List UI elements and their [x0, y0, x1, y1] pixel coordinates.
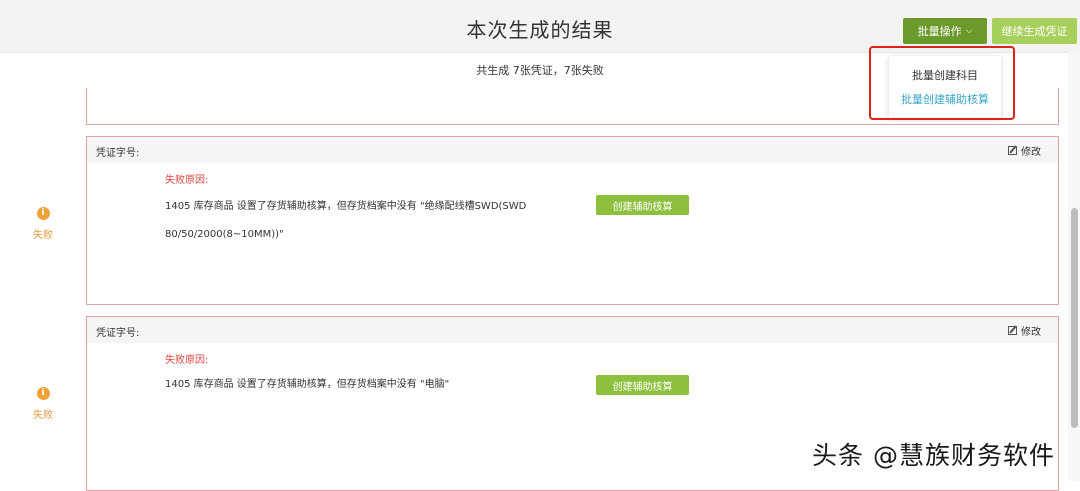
- fail-reason-text-continued: 80/50/2000(8~10MM))": [165, 229, 284, 240]
- create-auxiliary-button[interactable]: 创建辅助核算: [596, 375, 689, 395]
- edit-button[interactable]: 修改: [1008, 143, 1041, 158]
- status-text: 失败: [33, 230, 53, 241]
- voucher-card: 凭证字号: 修改 失败原因: 1405 库存商品 设置了存货辅助核算，但存货档案…: [86, 136, 1059, 305]
- card-border: [86, 88, 87, 125]
- card-border: [86, 124, 1059, 125]
- fail-reason-label: 失败原因:: [165, 175, 209, 186]
- create-auxiliary-button[interactable]: 创建辅助核算: [596, 195, 689, 215]
- fail-reason-label: 失败原因:: [165, 355, 209, 366]
- edit-label: 修改: [1021, 327, 1041, 338]
- batch-operation-button[interactable]: 批量操作 ⌵: [903, 18, 987, 44]
- edit-button[interactable]: 修改: [1008, 323, 1041, 338]
- status-indicator: i 失败: [24, 387, 62, 421]
- edit-icon: [1008, 146, 1017, 155]
- edit-label: 修改: [1021, 147, 1041, 158]
- card-header: 凭证字号: 修改: [87, 137, 1058, 163]
- info-icon: i: [36, 387, 50, 400]
- edit-icon: [1008, 326, 1017, 335]
- voucher-number-label: 凭证字号:: [96, 328, 140, 339]
- continue-generate-button[interactable]: 继续生成凭证: [992, 18, 1077, 44]
- scrollbar-thumb[interactable]: [1071, 208, 1078, 428]
- card-header: 凭证字号: 修改: [87, 317, 1058, 343]
- fail-reason-text: 1405 库存商品 设置了存货辅助核算，但存货档案中没有 "电脑": [165, 379, 450, 390]
- fail-reason-text: 1405 库存商品 设置了存货辅助核算，但存货档案中没有 "绝缘配线槽SWD(S…: [165, 201, 527, 212]
- batch-operation-label: 批量操作: [917, 25, 962, 38]
- status-text: 失败: [33, 410, 53, 421]
- status-indicator: i 失败: [24, 207, 62, 241]
- chevron-down-icon: ⌵: [965, 26, 973, 36]
- watermark: 头条 @慧族财务软件: [812, 441, 1055, 470]
- info-icon: i: [36, 207, 50, 220]
- annotation-highlight-box: [869, 46, 1015, 120]
- voucher-number-label: 凭证字号:: [96, 148, 140, 159]
- card-border: [1058, 88, 1059, 125]
